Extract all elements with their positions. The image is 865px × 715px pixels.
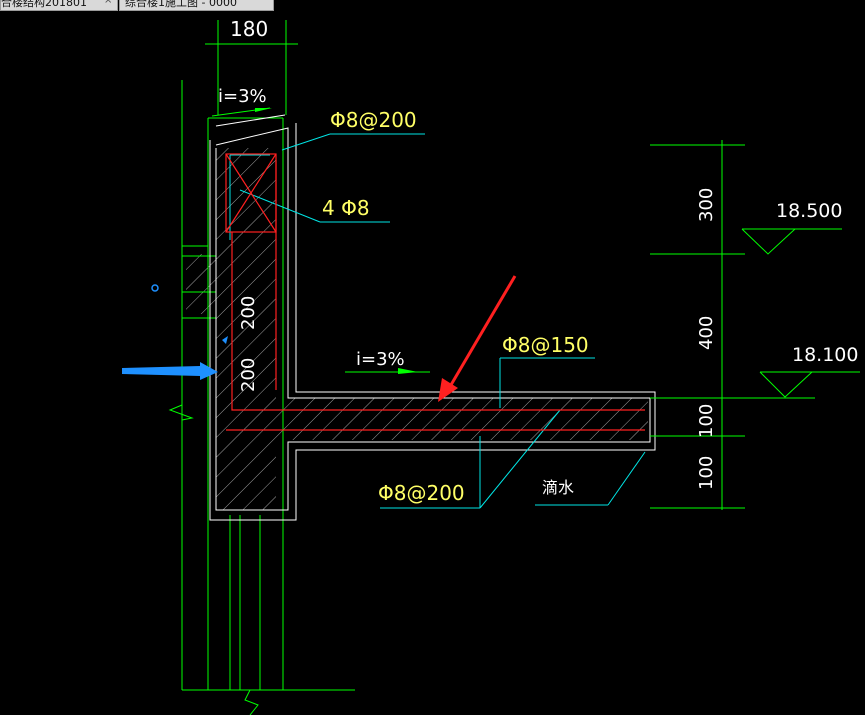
slope-arrow-icon (255, 108, 272, 112)
dim-top-width: 180 (230, 17, 268, 41)
dim-below-slab: 100 (696, 456, 717, 490)
dim-parapet-inner-lower: 200 (238, 358, 259, 392)
dim-wall-height: 400 (696, 316, 717, 350)
dim-slab-thickness: 100 (696, 404, 717, 438)
slope-label-top: i=3% (218, 86, 267, 107)
dim-parapet-inner-upper: 200 (238, 296, 259, 330)
drip-note: 滴水 (542, 478, 574, 497)
rebar-label-corner-bars: 4 Φ8 (322, 196, 370, 220)
blue-pointer-arrow-icon (122, 362, 218, 380)
rebar-label-top-stirrup: Φ8@200 (330, 108, 417, 132)
rebar-label-slab-top: Φ8@150 (502, 333, 589, 357)
leader-lines (229, 133, 646, 509)
section-outline (209, 114, 656, 521)
elevation-lower: 18.100 (792, 344, 858, 366)
rebar-label-slab-bottom: Φ8@200 (378, 481, 465, 505)
cad-drawing-canvas[interactable]: 180 300 400 100 100 200 200 Φ8@200 4 Φ8 … (0, 0, 865, 715)
elevation-upper: 18.500 (776, 200, 842, 222)
cursor-marker-icon (151, 284, 159, 292)
slope-label-slab: i=3% (356, 349, 405, 370)
dim-parapet-height: 300 (696, 188, 717, 222)
reinforcement-bars (225, 153, 645, 431)
